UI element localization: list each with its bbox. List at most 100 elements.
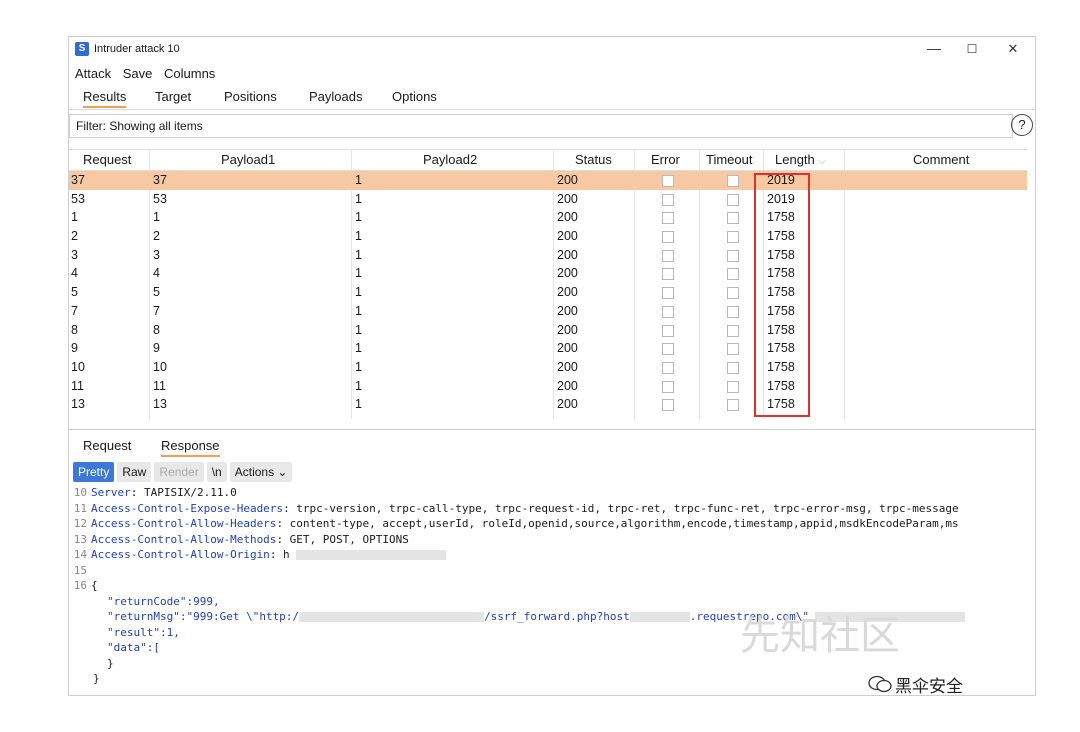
cell-status: 200 bbox=[557, 191, 578, 206]
cell-request: 1 bbox=[71, 210, 78, 225]
table-row[interactable]: 1 1 1 200 1758 bbox=[69, 208, 1027, 227]
col-status[interactable]: Status bbox=[575, 152, 612, 167]
cell-status: 200 bbox=[557, 359, 578, 374]
tab-response[interactable]: Response bbox=[161, 438, 220, 457]
cell-p1: 9 bbox=[153, 341, 160, 356]
timeout-checkbox bbox=[727, 175, 739, 187]
cell-status: 200 bbox=[557, 378, 578, 393]
timeout-checkbox bbox=[727, 231, 739, 244]
cell-p2: 1 bbox=[355, 247, 362, 262]
wechat-icon bbox=[868, 675, 892, 693]
col-request[interactable]: Request bbox=[83, 152, 131, 167]
col-timeout[interactable]: Timeout bbox=[706, 152, 752, 167]
redacted-block bbox=[295, 550, 446, 560]
table-row[interactable]: 53 53 1 200 2019 bbox=[69, 190, 1027, 209]
newline-toggle-button[interactable]: \n bbox=[206, 462, 227, 482]
col-comment[interactable]: Comment bbox=[913, 152, 969, 167]
cell-p2: 1 bbox=[355, 229, 362, 244]
menu-bar: Attack Save Columns bbox=[75, 66, 223, 81]
cell-p2: 1 bbox=[355, 303, 362, 318]
cell-p2: 1 bbox=[355, 191, 362, 206]
table-body: 37 37 1 200 2019 53 53 1 200 2019 1 1 1 200 1758 2 2 1 200… bbox=[69, 171, 1027, 414]
error-checkbox bbox=[662, 399, 674, 412]
table-row[interactable]: 37 37 1 200 2019 bbox=[69, 171, 1027, 190]
tab-request[interactable]: Request bbox=[83, 438, 131, 453]
col-payload1[interactable]: Payload1 bbox=[221, 152, 275, 167]
cell-request: 37 bbox=[71, 173, 85, 187]
cell-p1: 53 bbox=[153, 191, 167, 206]
col-payload2[interactable]: Payload2 bbox=[423, 152, 477, 167]
col-length[interactable]: Length ⌵ bbox=[775, 152, 826, 167]
response-tabs: Request Response bbox=[69, 435, 1035, 457]
maximize-button[interactable]: ☐ bbox=[962, 42, 982, 56]
cell-p2: 1 bbox=[355, 341, 362, 356]
cell-status: 200 bbox=[557, 210, 578, 225]
cell-p2: 1 bbox=[355, 210, 362, 225]
cell-p1: 4 bbox=[153, 266, 160, 281]
table-row[interactable]: 3 3 1 200 1758 bbox=[69, 246, 1027, 265]
timeout-checkbox bbox=[727, 361, 739, 374]
window-title: Intruder attack 10 bbox=[94, 43, 180, 55]
table-row[interactable]: 9 9 1 200 1758 bbox=[69, 339, 1027, 358]
cell-p2: 1 bbox=[355, 266, 362, 281]
close-button[interactable]: ✕ bbox=[1003, 41, 1023, 57]
table-row[interactable]: 5 5 1 200 1758 bbox=[69, 283, 1027, 302]
pretty-button[interactable]: Pretty bbox=[73, 462, 115, 482]
menu-columns[interactable]: Columns bbox=[164, 66, 215, 81]
table-row[interactable]: 11 11 1 200 1758 bbox=[69, 377, 1027, 396]
cell-status: 200 bbox=[557, 341, 578, 356]
cell-p2: 1 bbox=[355, 378, 362, 393]
timeout-checkbox bbox=[727, 287, 739, 300]
redacted-block bbox=[299, 612, 485, 622]
tab-payloads[interactable]: Payloads bbox=[309, 89, 362, 104]
minimize-button[interactable]: — bbox=[924, 40, 944, 56]
cell-request: 9 bbox=[71, 341, 78, 356]
pane-divider[interactable] bbox=[69, 429, 1035, 430]
cell-request: 53 bbox=[71, 191, 85, 206]
error-checkbox bbox=[662, 268, 674, 281]
menu-save[interactable]: Save bbox=[123, 66, 153, 81]
cell-p2: 1 bbox=[355, 359, 362, 374]
table-row[interactable]: 10 10 1 200 1758 bbox=[69, 358, 1027, 377]
intruder-window: S Intruder attack 10 — ☐ ✕ Attack Save C… bbox=[68, 36, 1036, 696]
cell-p1: 3 bbox=[153, 247, 160, 262]
table-row[interactable]: 4 4 1 200 1758 bbox=[69, 264, 1027, 283]
error-checkbox bbox=[662, 287, 674, 300]
tab-results[interactable]: Results bbox=[83, 89, 127, 108]
code-line: 13 Access-Control-Allow-Methods: GET, POS… bbox=[73, 532, 409, 546]
table-row[interactable]: 13 13 1 200 1758 bbox=[69, 395, 1027, 414]
cell-request: 5 bbox=[71, 285, 78, 300]
watermark-text: 先知社区 bbox=[740, 613, 900, 659]
cell-request: 7 bbox=[71, 303, 78, 318]
error-checkbox bbox=[662, 324, 674, 337]
cell-p1: 11 bbox=[153, 378, 166, 393]
cell-p2: 1 bbox=[355, 397, 362, 412]
cell-request: 3 bbox=[71, 247, 78, 262]
code-line: 14 Access-Control-Allow-Origin: h bbox=[69, 547, 1035, 563]
cell-p2: 1 bbox=[355, 285, 362, 300]
menu-attack[interactable]: Attack bbox=[75, 66, 111, 81]
tab-positions[interactable]: Positions bbox=[224, 89, 277, 104]
render-button[interactable]: Render bbox=[154, 462, 204, 482]
tab-target[interactable]: Target bbox=[155, 89, 191, 104]
help-icon[interactable]: ? bbox=[1011, 114, 1033, 136]
cell-status: 200 bbox=[557, 247, 578, 262]
cell-request: 2 bbox=[71, 229, 78, 244]
tab-options[interactable]: Options bbox=[392, 89, 437, 104]
error-checkbox bbox=[662, 175, 674, 187]
title-bar: S Intruder attack 10 — ☐ ✕ bbox=[69, 37, 1035, 63]
col-error[interactable]: Error bbox=[651, 152, 680, 167]
filter-bar[interactable]: Filter: Showing all items bbox=[69, 114, 1013, 138]
table-row[interactable]: 2 2 1 200 1758 bbox=[69, 227, 1027, 246]
cell-request: 10 bbox=[71, 359, 85, 374]
code-line: 12 Access-Control-Allow-Headers: content-… bbox=[73, 517, 959, 530]
cell-p1: 2 bbox=[153, 229, 160, 244]
table-row[interactable]: 8 8 1 200 1758 bbox=[69, 321, 1027, 340]
actions-menu-button[interactable]: Actions ⌄ bbox=[229, 462, 293, 482]
table-row[interactable]: 7 7 1 200 1758 bbox=[69, 302, 1027, 321]
cell-request: 13 bbox=[71, 397, 85, 412]
timeout-checkbox bbox=[727, 380, 739, 393]
raw-button[interactable]: Raw bbox=[117, 462, 152, 482]
main-tabs: Results Target Positions Payloads Option… bbox=[69, 87, 1035, 110]
redacted-block bbox=[629, 612, 690, 622]
